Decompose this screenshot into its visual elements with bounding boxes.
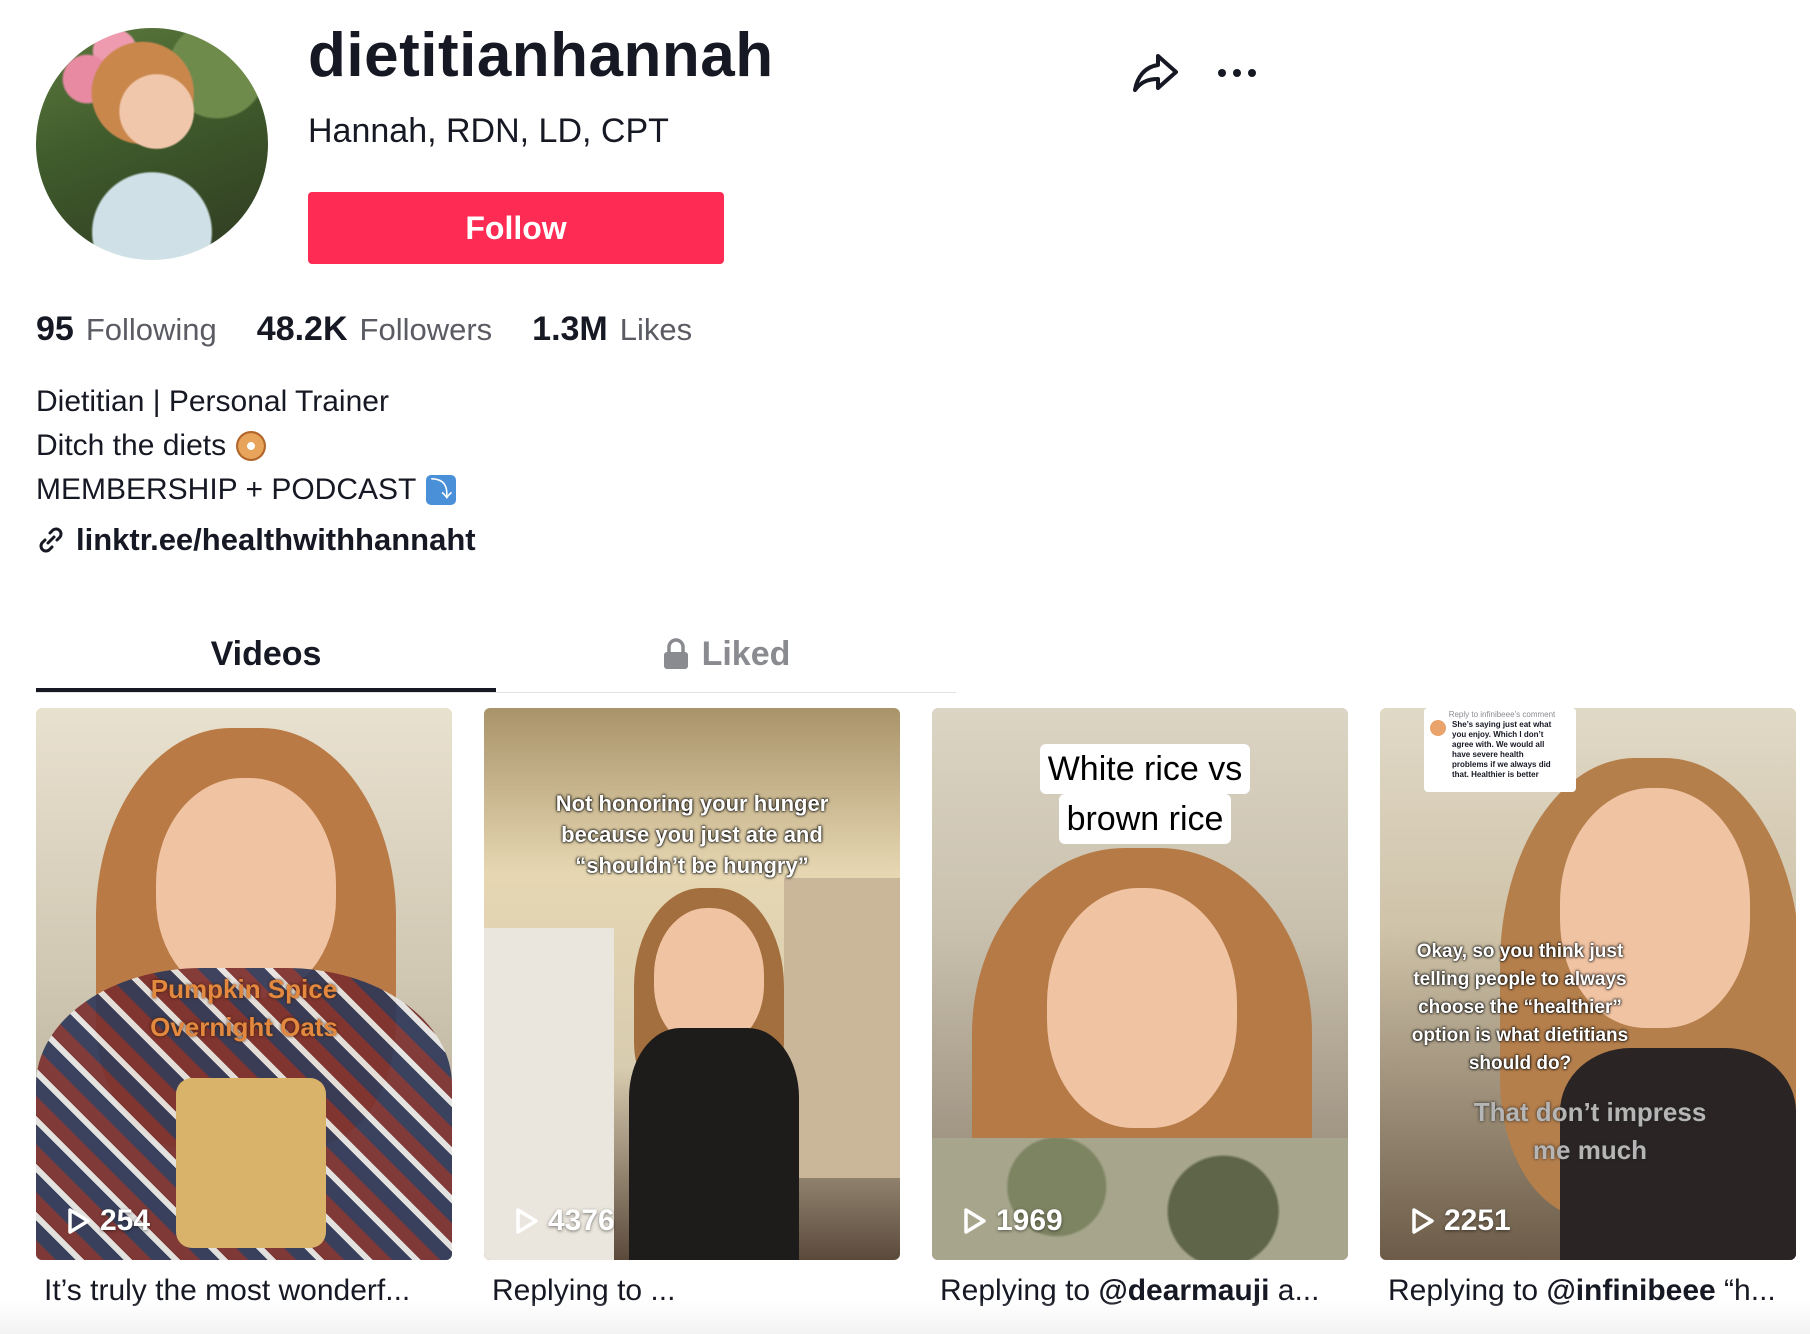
more-icon[interactable] <box>1212 48 1262 98</box>
down-arrow-emoji-icon: ⤵ <box>426 475 457 505</box>
comment-reply-line: that. Healthier is better <box>1452 770 1539 779</box>
video-overlay-text: Not honoring your hunger <box>555 791 829 816</box>
stat-following-count: 95 <box>36 310 74 348</box>
profile-username: dietitianhannah <box>308 21 774 90</box>
bio-link-text: linktr.ee/healthwithhannaht <box>76 522 476 557</box>
stat-followers[interactable]: 48.2K Followers <box>257 310 492 349</box>
profile-tabs: Videos Liked <box>36 618 956 693</box>
stat-following-label: Following <box>85 312 217 347</box>
play-icon <box>516 1208 538 1234</box>
stat-followers-label: Followers <box>359 312 493 347</box>
tab-liked[interactable]: Liked <box>496 618 956 690</box>
profile-stats: 95 Following 48.2K Followers 1.3M Likes <box>36 310 692 349</box>
tab-liked-label: Liked <box>701 634 791 673</box>
video-overlay-text: Okay, so you think just <box>1416 941 1624 962</box>
bio-line-3: MEMBERSHIP + PODCAST <box>36 473 417 506</box>
video-overlay-text: option is what dietitians <box>1411 1025 1629 1046</box>
tab-videos[interactable]: Videos <box>36 618 496 692</box>
bio-link[interactable]: linktr.ee/healthwithhannaht <box>36 522 476 558</box>
comment-reply-line: She’s saying just eat what <box>1452 720 1552 729</box>
video-overlay-text: Overnight Oats <box>150 1012 338 1042</box>
video-thumbnail[interactable]: Not honoring your hunger because you jus… <box>484 708 900 1260</box>
profile-bio: Dietitian | Personal Trainer Ditch the d… <box>36 380 457 512</box>
stat-followers-count: 48.2K <box>256 310 348 348</box>
comment-reply-line: agree with. We would all <box>1452 740 1545 749</box>
bio-line-2: Ditch the diets <box>36 429 227 462</box>
play-count-value: 254 <box>100 1204 151 1237</box>
video-thumbnail[interactable]: Reply to infinibeee’s comment She’s sayi… <box>1380 708 1796 1260</box>
video-card[interactable]: Reply to infinibeee’s comment She’s sayi… <box>1380 708 1796 1308</box>
stat-following[interactable]: 95 Following <box>36 310 217 349</box>
play-count-value: 4376 <box>548 1204 615 1237</box>
link-icon <box>39 527 63 553</box>
stat-likes: 1.3M Likes <box>532 310 692 349</box>
play-count-value: 1969 <box>996 1204 1063 1237</box>
stat-likes-count: 1.3M <box>532 310 608 348</box>
stat-likes-label: Likes <box>619 312 693 347</box>
comment-reply-line: problems if we always did <box>1452 760 1551 769</box>
video-overlay-text: brown rice <box>1058 794 1232 844</box>
bio-line: Ditch the diets <box>36 424 456 468</box>
play-icon <box>1412 1208 1434 1234</box>
play-icon <box>964 1208 986 1234</box>
comment-reply-card: Reply to infinibeee’s comment She’s sayi… <box>1424 708 1576 792</box>
video-overlay-text: me much <box>1532 1135 1648 1165</box>
video-overlay-text: White rice vs <box>1039 744 1251 794</box>
bagel-emoji-icon <box>236 431 267 461</box>
video-overlay-text: That don’t impress <box>1473 1097 1707 1127</box>
bottom-fade <box>0 1300 1810 1334</box>
profile-avatar[interactable] <box>36 28 268 260</box>
video-overlay-text: choose the “healthier” <box>1418 997 1622 1018</box>
bio-line: Dietitian | Personal Trainer <box>36 380 456 424</box>
share-icon[interactable] <box>1130 48 1180 98</box>
comment-reply-title: Reply to infinibeee’s comment <box>1448 710 1556 719</box>
video-overlay-text: telling people to always <box>1413 969 1627 990</box>
play-count: 254 <box>66 1204 150 1238</box>
play-count: 2251 <box>1410 1204 1511 1238</box>
video-overlay-text: “shouldn’t be hungry” <box>575 853 809 878</box>
video-thumbnail[interactable]: Pumpkin Spice Overnight Oats 254 <box>36 708 452 1260</box>
bio-line: MEMBERSHIP + PODCAST ⤵ <box>36 468 457 512</box>
bio-line-1: Dietitian | Personal Trainer <box>36 385 389 418</box>
video-card[interactable]: Pumpkin Spice Overnight Oats 254 It’s tr… <box>36 708 452 1308</box>
play-icon <box>68 1208 90 1234</box>
lock-icon <box>663 638 688 669</box>
tab-videos-label: Videos <box>210 634 322 673</box>
video-overlay-text: Pumpkin Spice <box>150 974 338 1004</box>
video-thumbnail[interactable]: White rice vs brown rice 1969 <box>932 708 1348 1260</box>
play-count: 4376 <box>514 1204 615 1238</box>
commenter-avatar-icon <box>1430 720 1446 736</box>
video-card[interactable]: Not honoring your hunger because you jus… <box>484 708 900 1308</box>
play-count: 1969 <box>962 1204 1063 1238</box>
video-card[interactable]: White rice vs brown rice 1969 Replying t… <box>932 708 1348 1308</box>
video-overlay-text: because you just ate and <box>561 822 823 847</box>
video-overlay-text: should do? <box>1468 1053 1572 1074</box>
play-count-value: 2251 <box>1444 1204 1511 1237</box>
comment-reply-line: you enjoy. Which I don’t <box>1452 730 1544 739</box>
comment-reply-line: have severe health <box>1452 750 1524 759</box>
follow-button[interactable]: Follow <box>308 192 724 264</box>
profile-subtitle: Hannah, RDN, LD, CPT <box>308 112 669 150</box>
